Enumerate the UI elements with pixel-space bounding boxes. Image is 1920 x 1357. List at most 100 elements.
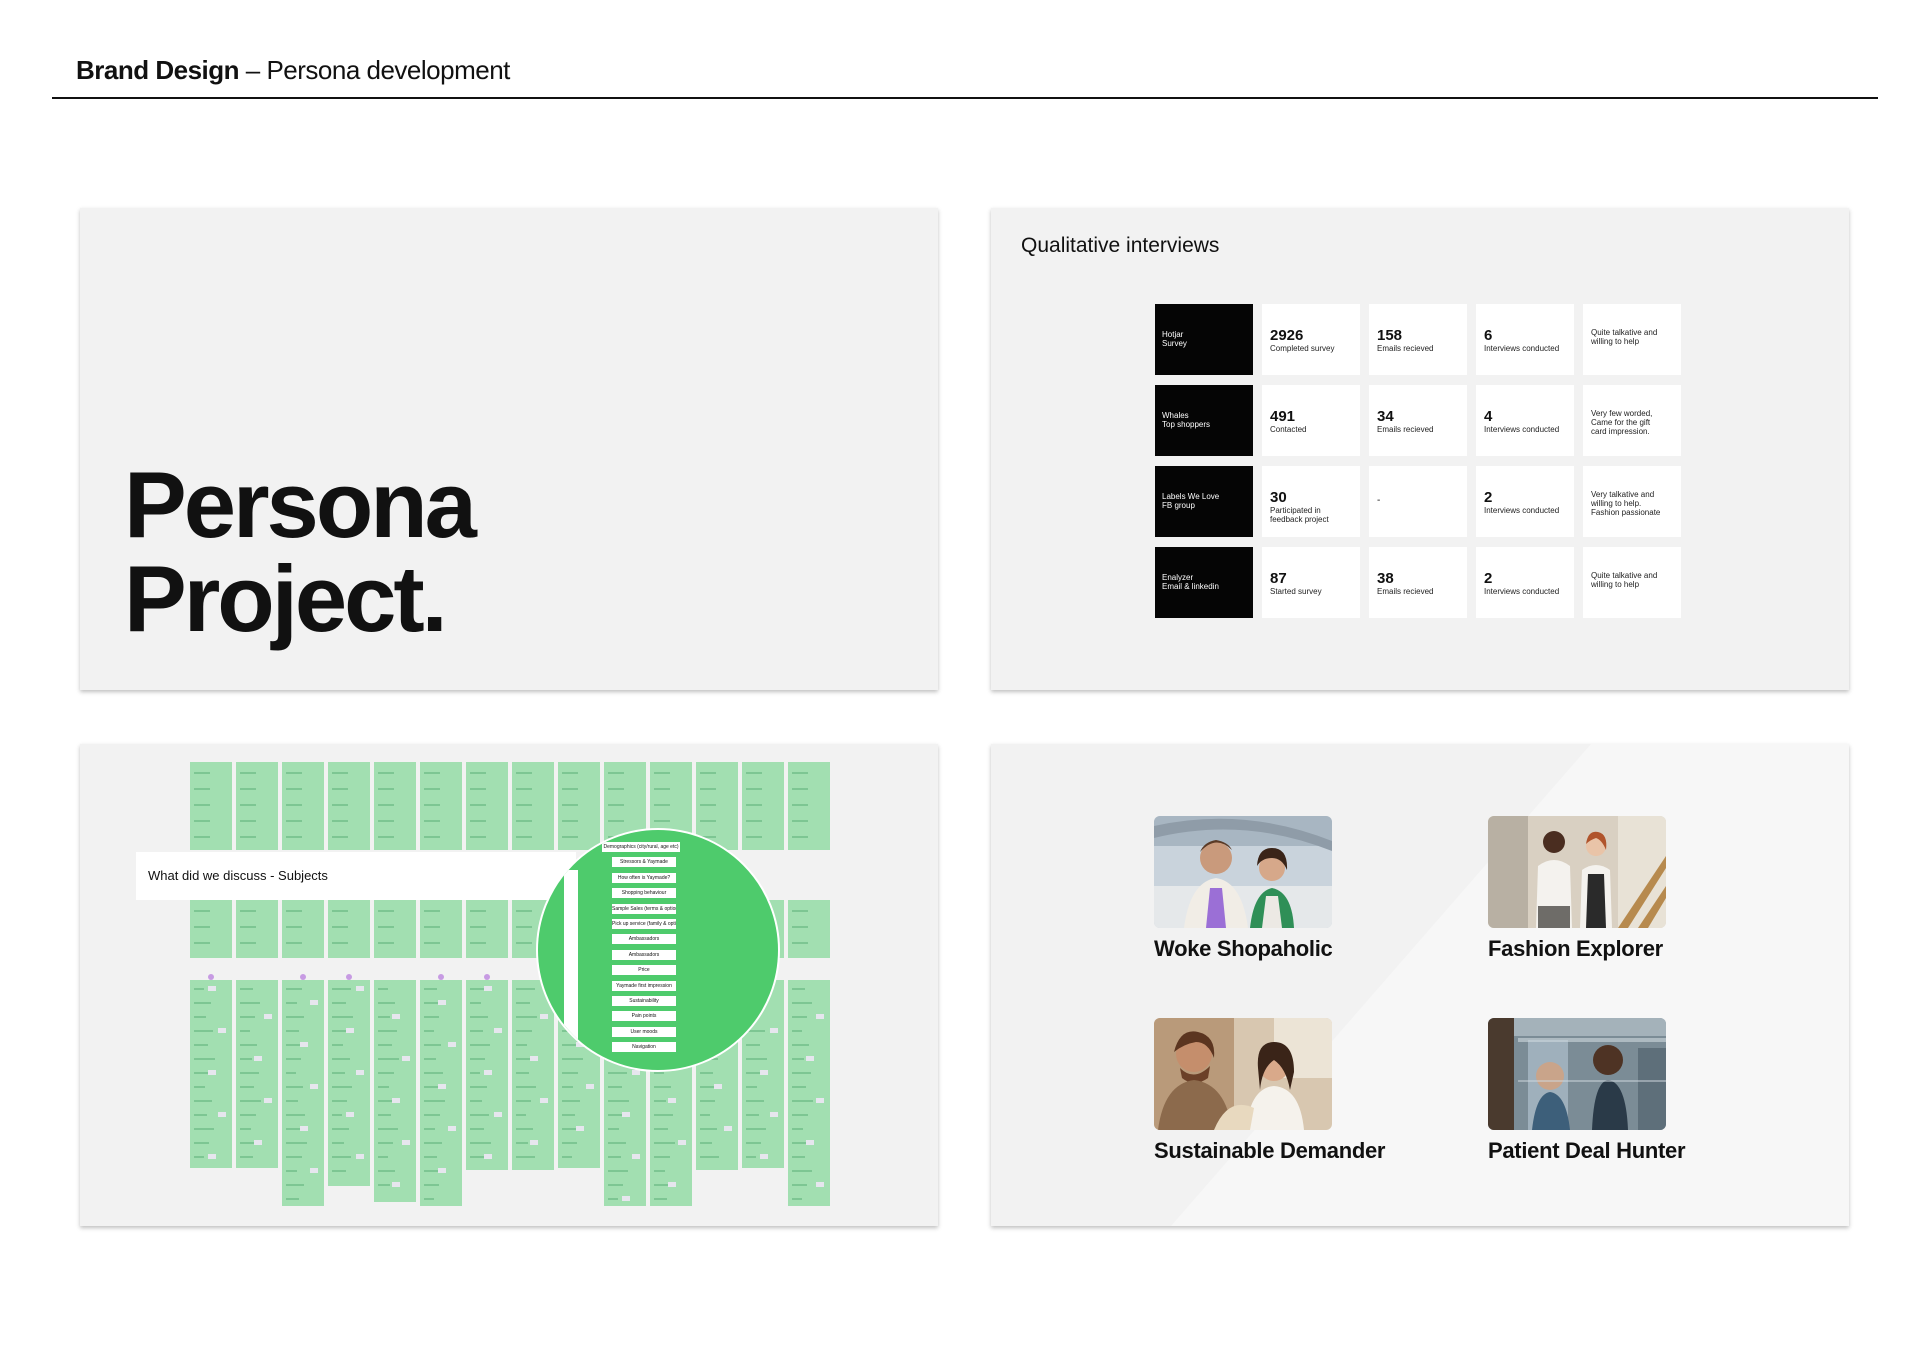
mini-sticky — [356, 986, 364, 991]
sticky-line — [240, 772, 256, 774]
sticky-line — [378, 1044, 392, 1046]
sticky-column — [328, 762, 370, 850]
stat-label: Interviews conducted — [1484, 506, 1560, 515]
mini-sticky — [724, 1126, 732, 1131]
sticky-line — [654, 1170, 665, 1172]
sticky-line — [746, 1044, 760, 1046]
sticky-line — [332, 1100, 347, 1102]
sticky-line — [746, 1142, 761, 1144]
stat-label: Started survey — [1270, 587, 1322, 596]
sticky-line — [332, 1156, 351, 1158]
sticky-line — [470, 1044, 490, 1046]
sticky-line — [378, 1170, 395, 1172]
mini-sticky — [540, 1098, 548, 1103]
sticky-line — [562, 788, 578, 790]
sticky-line — [286, 1184, 304, 1186]
sticky-line — [516, 1128, 533, 1130]
sticky-line — [470, 1142, 491, 1144]
mini-sticky — [632, 1154, 640, 1159]
sticky-line — [424, 1058, 436, 1060]
sticky-line — [286, 1142, 307, 1144]
mini-sticky — [392, 1182, 400, 1187]
sticky-line — [378, 788, 394, 790]
sticky-line — [240, 1128, 251, 1130]
sticky-column — [282, 900, 324, 958]
sticky-line — [332, 1044, 343, 1046]
sticky-line — [608, 788, 624, 790]
sticky-line — [516, 1156, 535, 1158]
magnifier-strip — [564, 870, 578, 1050]
stat-cell: 2 Interviews conducted — [1476, 466, 1574, 537]
sticky-column — [420, 900, 462, 958]
sticky-line — [378, 1002, 395, 1004]
stat-label: Participated in feedback project — [1270, 506, 1329, 524]
sticky-column — [466, 762, 508, 850]
sticky-line — [424, 804, 440, 806]
sticky-line — [286, 1198, 299, 1200]
stat-number: 30 — [1270, 489, 1287, 506]
stat-cell: 87 Started survey — [1262, 547, 1360, 618]
sticky-line — [424, 1156, 437, 1158]
stat-label: Interviews conducted — [1484, 587, 1560, 596]
mini-sticky — [806, 1056, 814, 1061]
stat-cell: 4 Interviews conducted — [1476, 385, 1574, 456]
mini-sticky — [668, 1098, 676, 1103]
note-cell: Very talkative and willing to help. Fash… — [1583, 466, 1681, 537]
sticky-line — [286, 836, 302, 838]
sticky-line — [608, 1170, 628, 1172]
mini-sticky — [392, 1098, 400, 1103]
sticky-line — [424, 926, 440, 928]
mini-sticky — [760, 1154, 768, 1159]
sticky-line — [378, 1058, 399, 1060]
mini-sticky — [346, 1112, 354, 1117]
mini-sticky — [816, 1014, 824, 1019]
sticky-line — [516, 988, 535, 990]
mini-sticky — [402, 1140, 410, 1145]
sticky-line — [516, 1114, 526, 1116]
stat-cell: 30 Participated in feedback project — [1262, 466, 1360, 537]
sticky-line — [792, 1156, 805, 1158]
sticky-line — [746, 1100, 764, 1102]
mini-sticky — [438, 1000, 446, 1005]
sticky-line — [608, 1142, 626, 1144]
sticky-line — [286, 1002, 297, 1004]
note-cell: Quite talkative and willing to help — [1583, 304, 1681, 375]
sticky-line — [562, 1142, 577, 1144]
sticky-line — [792, 788, 808, 790]
sticky-column — [282, 762, 324, 850]
sticky-line — [194, 942, 210, 944]
sticky-line — [240, 988, 253, 990]
mini-sticky — [668, 1182, 676, 1187]
sticky-line — [562, 1156, 572, 1158]
sticky-line — [470, 1086, 487, 1088]
sticky-line — [286, 1030, 299, 1032]
sticky-line — [700, 772, 716, 774]
sticky-line — [286, 1156, 302, 1158]
sticky-line — [286, 1114, 305, 1116]
sticky-column — [374, 980, 416, 1202]
sticky-line — [286, 820, 302, 822]
sticky-column — [374, 762, 416, 850]
stat-cell: 2 Interviews conducted — [1476, 547, 1574, 618]
sticky-line — [424, 1114, 440, 1116]
sticky-line — [608, 772, 624, 774]
mini-sticky — [208, 1154, 216, 1159]
mini-sticky — [622, 1112, 630, 1117]
sticky-line — [516, 1002, 530, 1004]
sticky-line — [332, 942, 348, 944]
sticky-line — [194, 1016, 206, 1018]
sticky-line — [378, 820, 394, 822]
sticky-line — [654, 1156, 670, 1158]
header-subtitle: – Persona development — [239, 55, 511, 85]
subject-item: Stressors & Yaymade — [612, 857, 676, 868]
subjects-banner: What did we discuss - Subjects — [136, 852, 576, 900]
mini-sticky — [448, 1126, 456, 1131]
sticky-line — [332, 1072, 345, 1074]
sticky-line — [516, 788, 532, 790]
stat-label: Emails recieved — [1377, 344, 1434, 353]
sticky-line — [194, 1030, 213, 1032]
sticky-line — [562, 836, 578, 838]
sticky-column — [190, 900, 232, 958]
sticky-line — [286, 1072, 296, 1074]
stat-number: 87 — [1270, 570, 1287, 587]
